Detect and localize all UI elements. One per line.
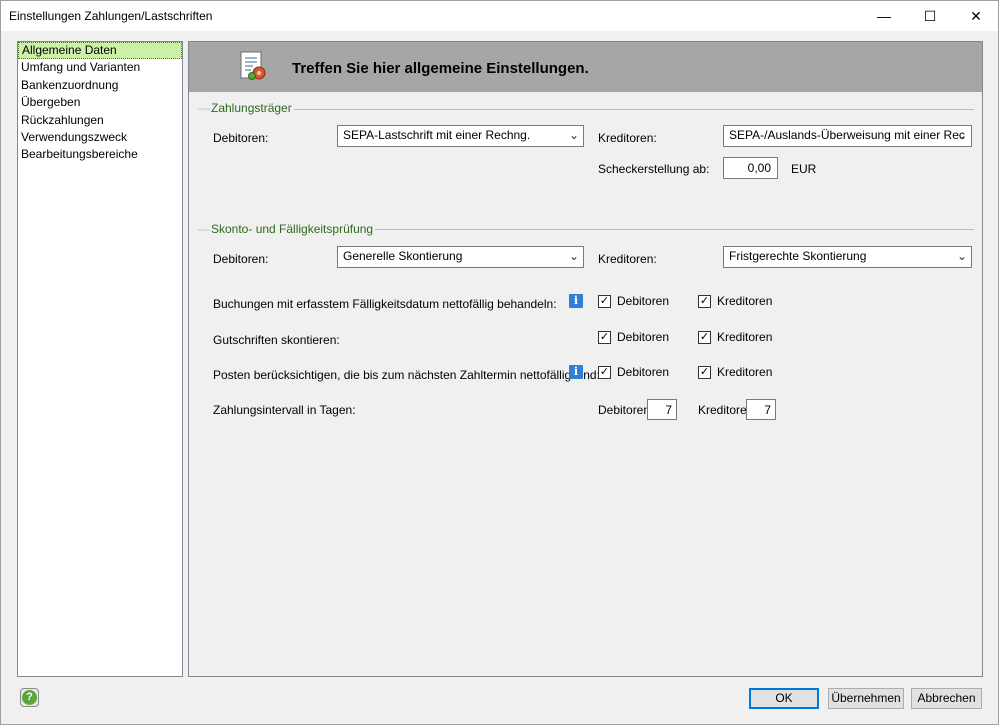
checkbox-checked-icon: ✓ <box>598 365 611 379</box>
zt-debitoren-select[interactable]: SEPA-Lastschrift mit einer Rechng. ⌄ <box>337 125 584 147</box>
window-title: Einstellungen Zahlungen/Lastschriften <box>9 9 213 23</box>
checkbox-checked-icon: ✓ <box>598 330 611 344</box>
checkbox-checked-icon: ✓ <box>698 294 711 308</box>
close-icon[interactable]: ✕ <box>953 1 999 31</box>
posten-kreditoren-label: Kreditoren <box>717 365 773 379</box>
scheck-amount-input[interactable]: 0,00 <box>723 157 778 179</box>
help-icon: ? <box>22 690 37 705</box>
sk-debitoren-value: Generelle Skontierung <box>343 249 463 263</box>
settings-panel: Treffen Sie hier allgemeine Einstellunge… <box>188 41 983 677</box>
nettofaellig-debitoren-checkbox[interactable]: ✓ Debitoren <box>598 294 669 308</box>
posten-kreditoren-checkbox[interactable]: ✓ Kreditoren <box>698 365 772 379</box>
minimize-icon[interactable]: — <box>861 1 907 31</box>
sidebar-item-uebergeben[interactable]: Übergeben <box>18 94 182 111</box>
nettofaellig-kreditoren-label: Kreditoren <box>717 294 773 308</box>
sidebar-item-rueckzahlungen[interactable]: Rückzahlungen <box>18 112 182 129</box>
cancel-button[interactable]: Abbrechen <box>911 688 982 709</box>
chevron-down-icon: ⌄ <box>568 249 579 263</box>
posten-label: Posten berücksichtigen, die bis zum näch… <box>213 368 600 382</box>
sidebar-nav: Allgemeine Daten Umfang und Varianten Ba… <box>17 41 183 677</box>
nettofaellig-kreditoren-checkbox[interactable]: ✓ Kreditoren <box>698 294 772 308</box>
chevron-down-icon: ⌄ <box>568 128 579 142</box>
sk-debitoren-label: Debitoren: <box>213 252 269 266</box>
gutschriften-debitoren-checkbox[interactable]: ✓ Debitoren <box>598 330 669 344</box>
intervall-kreditoren-input[interactable]: 7 <box>746 399 776 420</box>
scheck-label: Scheckerstellung ab: <box>598 162 710 176</box>
panel-header: Treffen Sie hier allgemeine Einstellunge… <box>189 42 982 92</box>
chevron-down-icon: ⌄ <box>956 249 967 263</box>
sidebar-item-bearbeitungsbereiche[interactable]: Bearbeitungsbereiche <box>18 146 182 163</box>
skonto-group-label: Skonto- und Fälligkeitsprüfung <box>198 222 376 236</box>
settings-document-icon <box>240 51 266 80</box>
zt-kreditoren-label: Kreditoren: <box>598 131 657 145</box>
zahlungstraeger-divider <box>198 109 974 110</box>
zt-kreditoren-select[interactable]: SEPA-/Auslands-Überweisung mit einer Rec… <box>723 125 972 147</box>
checkbox-checked-icon: ✓ <box>698 365 711 379</box>
sk-kreditoren-select[interactable]: Fristgerechte Skontierung ⌄ <box>723 246 972 268</box>
title-bar: Einstellungen Zahlungen/Lastschriften — … <box>1 1 998 31</box>
zt-debitoren-value: SEPA-Lastschrift mit einer Rechng. <box>343 128 531 142</box>
sidebar-item-allgemeine-daten[interactable]: Allgemeine Daten <box>18 42 182 60</box>
zt-kreditoren-value: SEPA-/Auslands-Überweisung mit einer Rec <box>729 128 965 142</box>
ok-button[interactable]: OK <box>749 688 819 709</box>
scheck-currency: EUR <box>791 162 817 176</box>
nettofaellig-label: Buchungen mit erfasstem Fälligkeitsdatum… <box>213 297 557 311</box>
sidebar-item-umfang-und-varianten[interactable]: Umfang und Varianten <box>18 59 182 76</box>
help-button[interactable]: ? <box>20 688 39 707</box>
gutschriften-label: Gutschriften skontieren: <box>213 333 340 347</box>
gutschriften-debitoren-label: Debitoren <box>617 330 670 344</box>
sk-kreditoren-value: Fristgerechte Skontierung <box>729 249 867 263</box>
posten-debitoren-checkbox[interactable]: ✓ Debitoren <box>598 365 669 379</box>
info-icon[interactable]: i <box>569 365 583 379</box>
apply-button[interactable]: Übernehmen <box>828 688 904 709</box>
gutschriften-kreditoren-checkbox[interactable]: ✓ Kreditoren <box>698 330 772 344</box>
maximize-icon[interactable]: ☐ <box>907 1 953 31</box>
info-icon[interactable]: i <box>569 294 583 308</box>
zt-debitoren-label: Debitoren: <box>213 131 269 145</box>
chevron-down-icon: ⌄ <box>956 128 967 142</box>
sk-kreditoren-label: Kreditoren: <box>598 252 657 266</box>
sidebar-item-bankenzuordnung[interactable]: Bankenzuordnung <box>18 77 182 94</box>
settings-dialog: Einstellungen Zahlungen/Lastschriften — … <box>0 0 999 725</box>
intervall-debitoren-label: Debitoren <box>598 403 651 417</box>
checkbox-checked-icon: ✓ <box>598 294 611 308</box>
gutschriften-kreditoren-label: Kreditoren <box>717 330 773 344</box>
intervall-debitoren-input[interactable]: 7 <box>647 399 677 420</box>
sidebar-item-verwendungszweck[interactable]: Verwendungszweck <box>18 129 182 146</box>
intervall-label: Zahlungsintervall in Tagen: <box>213 403 356 417</box>
sk-debitoren-select[interactable]: Generelle Skontierung ⌄ <box>337 246 584 268</box>
zahlungstraeger-group-label: Zahlungsträger <box>198 101 294 115</box>
nettofaellig-debitoren-label: Debitoren <box>617 294 670 308</box>
page-title: Treffen Sie hier allgemeine Einstellunge… <box>292 60 589 77</box>
posten-debitoren-label: Debitoren <box>617 365 670 379</box>
checkbox-checked-icon: ✓ <box>698 330 711 344</box>
